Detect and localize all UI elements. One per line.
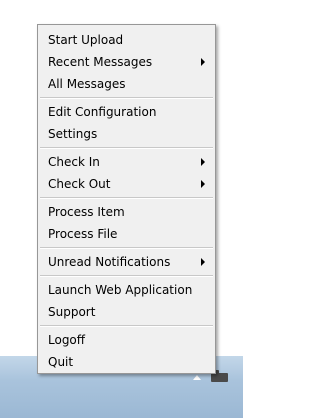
chevron-right-icon (201, 258, 205, 266)
menu-item-label: Process File (48, 227, 118, 241)
menu-item-label: All Messages (48, 77, 126, 91)
chevron-up-icon[interactable] (193, 375, 201, 380)
menu-item-label: Logoff (48, 333, 86, 347)
menu-separator (40, 197, 213, 199)
menu-item-label: Edit Configuration (48, 105, 157, 119)
menu-item-process-item[interactable]: Process Item (38, 201, 215, 223)
menu-item-quit[interactable]: Quit (38, 351, 215, 373)
menu-item-check-in[interactable]: Check In (38, 151, 215, 173)
menu-item-label: Check Out (48, 177, 111, 191)
menu-item-launch-web-application[interactable]: Launch Web Application (38, 279, 215, 301)
menu-separator (40, 247, 213, 249)
menu-item-label: Quit (48, 355, 74, 369)
menu-item-all-messages[interactable]: All Messages (38, 73, 215, 95)
menu-item-label: Start Upload (48, 33, 124, 47)
menu-item-label: Check In (48, 155, 100, 169)
folder-icon[interactable] (211, 370, 228, 382)
menu-separator (40, 275, 213, 277)
menu-separator (40, 325, 213, 327)
menu-item-process-file[interactable]: Process File (38, 223, 215, 245)
menu-item-label: Settings (48, 127, 98, 141)
menu-item-edit-configuration[interactable]: Edit Configuration (38, 101, 215, 123)
menu-item-label: Support (48, 305, 96, 319)
chevron-right-icon (201, 158, 205, 166)
menu-item-unread-notifications[interactable]: Unread Notifications (38, 251, 215, 273)
menu-item-label: Launch Web Application (48, 283, 193, 297)
menu-item-logoff[interactable]: Logoff (38, 329, 215, 351)
menu-item-label: Unread Notifications (48, 255, 171, 269)
context-menu: Start Upload Recent Messages All Message… (37, 24, 216, 374)
menu-item-start-upload[interactable]: Start Upload (38, 29, 215, 51)
menu-item-label: Recent Messages (48, 55, 153, 69)
chevron-right-icon (201, 58, 205, 66)
menu-item-label: Process Item (48, 205, 125, 219)
menu-item-settings[interactable]: Settings (38, 123, 215, 145)
menu-item-check-out[interactable]: Check Out (38, 173, 215, 195)
chevron-right-icon (201, 180, 205, 188)
menu-item-support[interactable]: Support (38, 301, 215, 323)
menu-separator (40, 147, 213, 149)
menu-item-recent-messages[interactable]: Recent Messages (38, 51, 215, 73)
menu-separator (40, 97, 213, 99)
